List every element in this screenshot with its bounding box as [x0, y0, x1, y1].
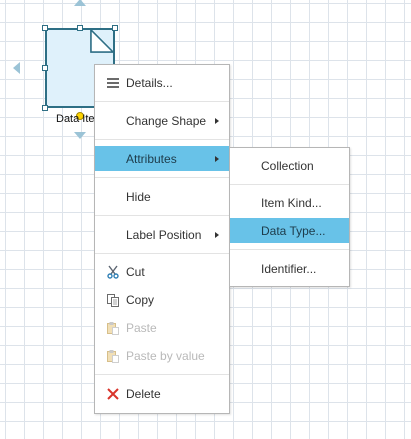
menu-item-change-shape[interactable]: Change Shape	[95, 108, 229, 133]
menu-separator	[95, 215, 229, 216]
resize-handle-ne[interactable]	[112, 25, 118, 31]
menu-item-delete[interactable]: Delete	[95, 381, 229, 406]
menu-item-label: Details...	[126, 75, 173, 90]
menu-separator	[95, 374, 229, 375]
menu-item-attributes[interactable]: Attributes	[95, 146, 229, 171]
submenu-item-data-type[interactable]: Data Type...	[230, 218, 349, 243]
menu-item-label: Copy	[126, 292, 155, 307]
submenu-item-identifier[interactable]: Identifier...	[230, 256, 349, 281]
copy-icon	[107, 294, 119, 307]
attributes-submenu: Collection Item Kind... Data Type... Ide…	[229, 147, 350, 287]
list-icon	[107, 78, 119, 88]
resize-handle-w[interactable]	[42, 65, 48, 71]
connect-up-arrow-icon[interactable]	[74, 0, 86, 6]
connect-down-arrow-icon[interactable]	[74, 132, 86, 139]
submenu-item-label: Identifier...	[261, 261, 317, 276]
resize-handle-nw[interactable]	[42, 25, 48, 31]
resize-handle-n[interactable]	[77, 25, 83, 31]
menu-item-label: Paste	[126, 320, 157, 335]
paste-icon	[107, 322, 119, 335]
submenu-arrow-icon	[215, 232, 219, 238]
menu-separator	[95, 101, 229, 102]
scissors-icon	[107, 265, 119, 279]
menu-separator	[230, 249, 349, 250]
menu-item-label: Label Position	[126, 227, 202, 242]
connect-left-arrow-icon[interactable]	[13, 62, 20, 74]
menu-item-paste[interactable]: Paste	[95, 315, 229, 340]
menu-item-label: Cut	[126, 264, 145, 279]
shape-label: Data Ite	[56, 113, 95, 125]
submenu-item-collection[interactable]: Collection	[230, 153, 349, 178]
menu-item-details[interactable]: Details...	[95, 70, 229, 95]
context-menu: Details... Change Shape Attributes Hide …	[94, 64, 230, 414]
menu-item-label: Attributes	[126, 151, 177, 166]
menu-item-label-position[interactable]: Label Position	[95, 222, 229, 247]
submenu-item-label: Collection	[261, 158, 314, 173]
menu-separator	[95, 253, 229, 254]
submenu-item-label: Item Kind...	[261, 195, 322, 210]
delete-x-icon	[107, 388, 119, 400]
menu-item-hide[interactable]: Hide	[95, 184, 229, 209]
submenu-arrow-icon	[215, 156, 219, 162]
submenu-arrow-icon	[215, 118, 219, 124]
menu-item-label: Delete	[126, 386, 161, 401]
menu-separator	[95, 139, 229, 140]
menu-item-copy[interactable]: Copy	[95, 287, 229, 312]
menu-item-label: Paste by value	[126, 348, 205, 363]
menu-item-cut[interactable]: Cut	[95, 259, 229, 284]
paste-icon	[107, 350, 119, 363]
resize-handle-sw[interactable]	[42, 105, 48, 111]
menu-item-paste-by-value[interactable]: Paste by value	[95, 343, 229, 368]
submenu-item-label: Data Type...	[261, 223, 326, 238]
menu-separator	[230, 184, 349, 185]
submenu-item-item-kind[interactable]: Item Kind...	[230, 190, 349, 215]
menu-separator	[95, 177, 229, 178]
menu-item-label: Hide	[126, 189, 151, 204]
menu-item-label: Change Shape	[126, 113, 207, 128]
diagram-canvas[interactable]: Data Ite Details... Change Shape Attribu…	[0, 0, 411, 439]
